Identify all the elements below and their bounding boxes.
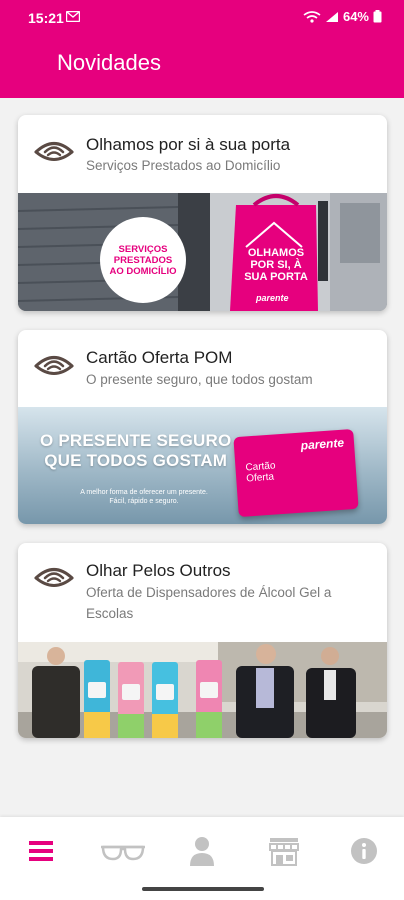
eye-icon <box>34 568 74 587</box>
card-banner-image <box>18 642 387 738</box>
nav-info[interactable] <box>344 833 384 869</box>
gift-card-brand: parente <box>300 435 345 453</box>
bag-line: OLHAMOS <box>247 247 305 259</box>
battery-icon <box>373 10 382 23</box>
wifi-icon <box>303 10 321 23</box>
badge-line: SERVIÇOS <box>118 243 168 255</box>
battery-percent: 64% <box>342 9 369 24</box>
bag-line: POR SI, À <box>250 259 302 271</box>
card-banner-image: O PRESENTE SEGURO QUE TODOS GOSTAM A mel… <box>18 407 387 524</box>
nav-stores[interactable] <box>264 833 304 869</box>
eye-icon <box>34 356 74 375</box>
nav-profile[interactable] <box>182 833 222 869</box>
home-indicator[interactable] <box>142 887 264 891</box>
bag-brand: parente <box>256 293 289 303</box>
card-subtitle: Serviços Prestados ao Domicílio <box>86 158 281 173</box>
status-time: 15:21 <box>28 10 64 26</box>
store-icon <box>269 838 299 866</box>
banner-headline: O PRESENTE SEGURO QUE TODOS GOSTAM <box>40 431 231 471</box>
banner-badge: SERVIÇOS PRESTADOS AO DOMICÍLIO <box>100 217 186 303</box>
info-icon <box>351 838 377 864</box>
card-title: Olhar Pelos Outros <box>86 561 231 580</box>
menu-icon <box>29 841 53 861</box>
nav-glasses[interactable] <box>100 833 146 869</box>
status-bar: 15:21 64% <box>0 0 404 36</box>
bag-text: OLHAMOS POR SI, À SUA PORTA <box>244 247 308 283</box>
bag-line: SUA PORTA <box>244 271 308 283</box>
card-subtitle: Oferta de Dispensadores de Álcool Gel a … <box>86 585 332 621</box>
glasses-icon <box>101 845 145 861</box>
card-title: Olhamos por si à sua porta <box>86 135 291 154</box>
badge-line: AO DOMICÍLIO <box>109 265 177 277</box>
nav-menu[interactable] <box>21 833 61 869</box>
card-banner-image: SERVIÇOS PRESTADOS AO DOMICÍLIO OLHAMOS … <box>18 193 387 311</box>
tagline-line: A melhor forma de oferecer um presente. <box>80 489 208 496</box>
news-card[interactable]: Olhar Pelos Outros Oferta de Dispensador… <box>18 543 387 738</box>
headline-line: O PRESENTE SEGURO <box>40 431 232 450</box>
badge-line: PRESTADOS <box>113 254 173 266</box>
gift-card-label-line: Oferta <box>245 471 275 485</box>
status-right: 64% <box>303 9 382 24</box>
eye-icon <box>34 142 74 161</box>
app-header: 15:21 64% Novidades <box>0 0 404 98</box>
news-card[interactable]: Olhamos por si à sua porta Serviços Pres… <box>18 115 387 311</box>
headline-line: QUE TODOS GOSTAM <box>44 451 228 470</box>
banner-tagline: A melhor forma de oferecer um presente. … <box>54 488 234 506</box>
messages-icon <box>66 11 80 22</box>
gift-card-image: parente Cartão Oferta <box>233 428 359 518</box>
news-card[interactable]: Cartão Oferta POM O presente seguro, que… <box>18 330 387 524</box>
tagline-line: Fácil, rápido e seguro. <box>109 498 179 505</box>
signal-icon <box>325 11 338 22</box>
page-title: Novidades <box>57 50 161 75</box>
user-icon <box>190 837 214 866</box>
gift-card-label: Cartão Oferta <box>245 460 276 484</box>
card-subtitle: O presente seguro, que todos gostam <box>86 372 313 387</box>
card-title: Cartão Oferta POM <box>86 348 233 367</box>
